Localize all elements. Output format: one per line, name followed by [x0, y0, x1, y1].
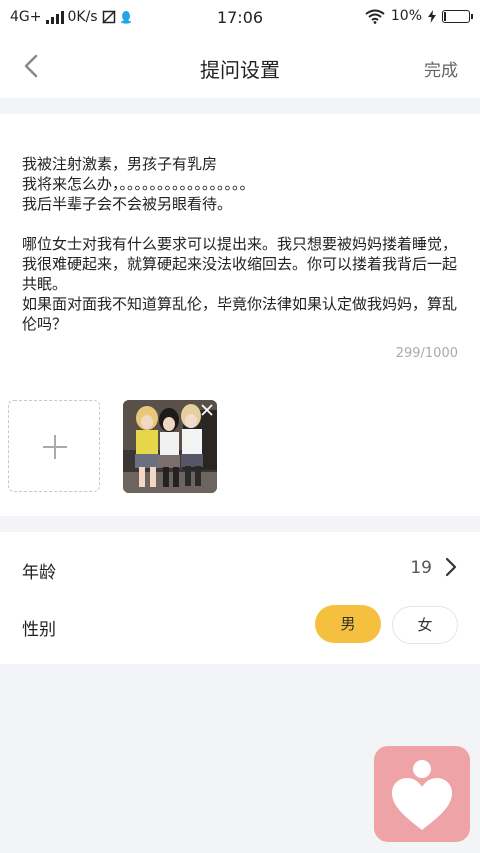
- battery-percent: 10%: [390, 8, 422, 24]
- done-button[interactable]: 完成: [424, 56, 458, 81]
- chevron-right-icon[interactable]: [444, 556, 458, 578]
- question-textarea[interactable]: 我被注射激素，男孩子有乳房 我将来怎么办，。。。。。。。。。。。。。。。。。 我…: [22, 154, 462, 334]
- battery-level: [444, 11, 446, 21]
- wifi-icon: [365, 9, 385, 24]
- close-icon: [201, 404, 213, 416]
- char-counter: 299/1000: [395, 346, 458, 361]
- age-label: 年龄: [22, 563, 56, 583]
- gender-label: 性别: [22, 620, 56, 640]
- photo-thumbnail[interactable]: [123, 400, 217, 493]
- settings-card: 年龄 19 性别 男 女: [0, 532, 480, 664]
- plus-icon-vertical: [54, 435, 56, 459]
- page-title: 提问设置: [200, 58, 280, 82]
- gender-female-button[interactable]: 女: [392, 606, 458, 644]
- question-card: 我被注射激素，男孩子有乳房 我将来怎么办，。。。。。。。。。。。。。。。。。 我…: [0, 114, 480, 516]
- nav-bar: 提问设置 完成: [0, 34, 480, 98]
- gender-male-button[interactable]: 男: [315, 605, 381, 643]
- heart-person-icon: [392, 760, 452, 830]
- add-image-button[interactable]: [8, 400, 100, 492]
- remove-photo-button[interactable]: [199, 402, 215, 418]
- battery-icon: [442, 9, 473, 23]
- charging-icon: [428, 9, 436, 23]
- status-right: 10%: [365, 8, 473, 24]
- status-bar: 4G+ 0K/s 17:06 10%: [0, 0, 480, 34]
- age-value: 19: [410, 558, 432, 578]
- age-row[interactable]: 年龄 19: [0, 532, 480, 592]
- floating-app-logo[interactable]: [374, 746, 470, 842]
